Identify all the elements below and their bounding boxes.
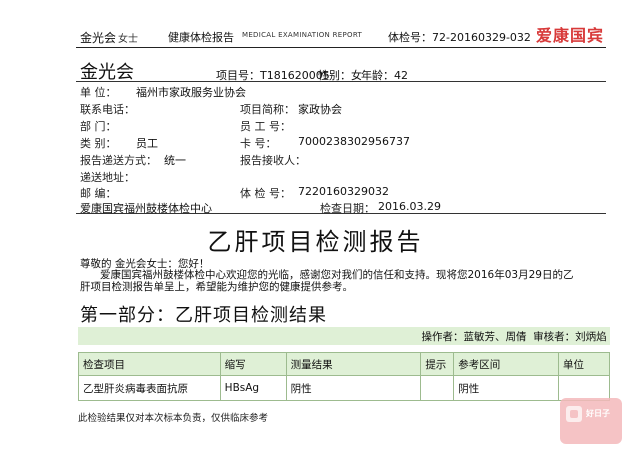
column-header: 检查项目: [78, 352, 221, 376]
footnote: 此检验结果仅对本次标本负责，仅供临床参考: [78, 413, 269, 424]
reviewer-value: 刘炳焰: [575, 331, 607, 343]
section-title: 第一部分：乙肝项目检测结果: [80, 305, 327, 326]
unit-label: 单 位：: [80, 86, 117, 99]
card-value: 7000238302956737: [298, 135, 410, 148]
category-value: 员工: [136, 137, 158, 150]
operator-label: 操作者：: [421, 331, 464, 343]
watermark-logo: 好日子: [560, 398, 622, 444]
header-title: 健康体检报告: [168, 31, 234, 44]
header-divider: [76, 47, 606, 48]
watermark-icon: [566, 406, 582, 422]
table-cell: 阴性: [453, 375, 560, 401]
header-gender: 女士: [118, 34, 138, 45]
column-header: 参考区间: [453, 352, 560, 376]
delivery-value: 统一: [164, 154, 186, 167]
exam-no-value: 7220160329032: [298, 185, 389, 198]
column-header: 单位: [558, 352, 610, 376]
column-header: 提示: [420, 352, 455, 376]
exam-date-value: 2016.03.29: [378, 200, 441, 213]
card-label: 卡 号：: [240, 137, 277, 150]
zip-label: 邮 编：: [80, 187, 117, 200]
address-label: 递送地址：: [80, 171, 135, 184]
reviewer-label: 审核者：: [533, 331, 576, 343]
header-subtitle: MEDICAL EXAMINATION REPORT: [242, 31, 363, 39]
body-text-2: 肝项目检测报告单呈上，希望能为维护您的健康提供参考。: [80, 281, 353, 293]
phone-label: 联系电话：: [80, 103, 135, 116]
project-abbr-label: 项目简称：: [240, 103, 295, 116]
info-top-divider: [76, 81, 606, 82]
operator-info: 操作者：蓝敏芳、周倩 审核者：刘炳焰: [421, 329, 610, 344]
header-name: 金光会: [80, 31, 117, 45]
brand-logo: 爱康国宾: [536, 26, 605, 45]
operator-value: 蓝敏芳、周倩: [463, 331, 527, 343]
table-cell: 阴性: [285, 375, 422, 401]
results-table: 检查项目 缩写 测量结果 提示 参考区间 单位 乙型肝炎病毒表面抗原 HBsAg…: [78, 352, 610, 401]
table-header-row: 检查项目 缩写 测量结果 提示 参考区间 单位: [78, 352, 610, 376]
unit-value: 福州市家政服务业协会: [136, 86, 246, 99]
delivery-label: 报告递送方式：: [80, 154, 157, 167]
table-cell: [420, 375, 455, 401]
table-cell: HBsAg: [219, 375, 287, 401]
operator-bar: 操作者：蓝敏芳、周倩 审核者：刘炳焰: [78, 327, 610, 345]
dept-label: 部 门：: [80, 120, 117, 133]
table-row: 乙型肝炎病毒表面抗原 HBsAg 阴性 阴性: [78, 375, 610, 401]
info-bottom-divider: [76, 213, 606, 214]
category-label: 类 别：: [80, 137, 117, 150]
project-abbr-value: 家政协会: [298, 103, 342, 116]
exam-no-label: 体 检 号：: [240, 187, 291, 200]
header-exam-number: 体检号：72-20160329-032: [388, 31, 531, 44]
document-title: 乙肝项目检测报告: [207, 228, 424, 256]
column-header: 测量结果: [285, 352, 422, 376]
table-cell: 乙型肝炎病毒表面抗原: [78, 375, 221, 401]
staff-no-label: 员 工 号：: [240, 120, 291, 133]
watermark-text: 好日子: [586, 409, 610, 418]
column-header: 缩写: [219, 352, 287, 376]
receiver-label: 报告接收人：: [240, 154, 306, 167]
table-cell: [558, 375, 610, 401]
